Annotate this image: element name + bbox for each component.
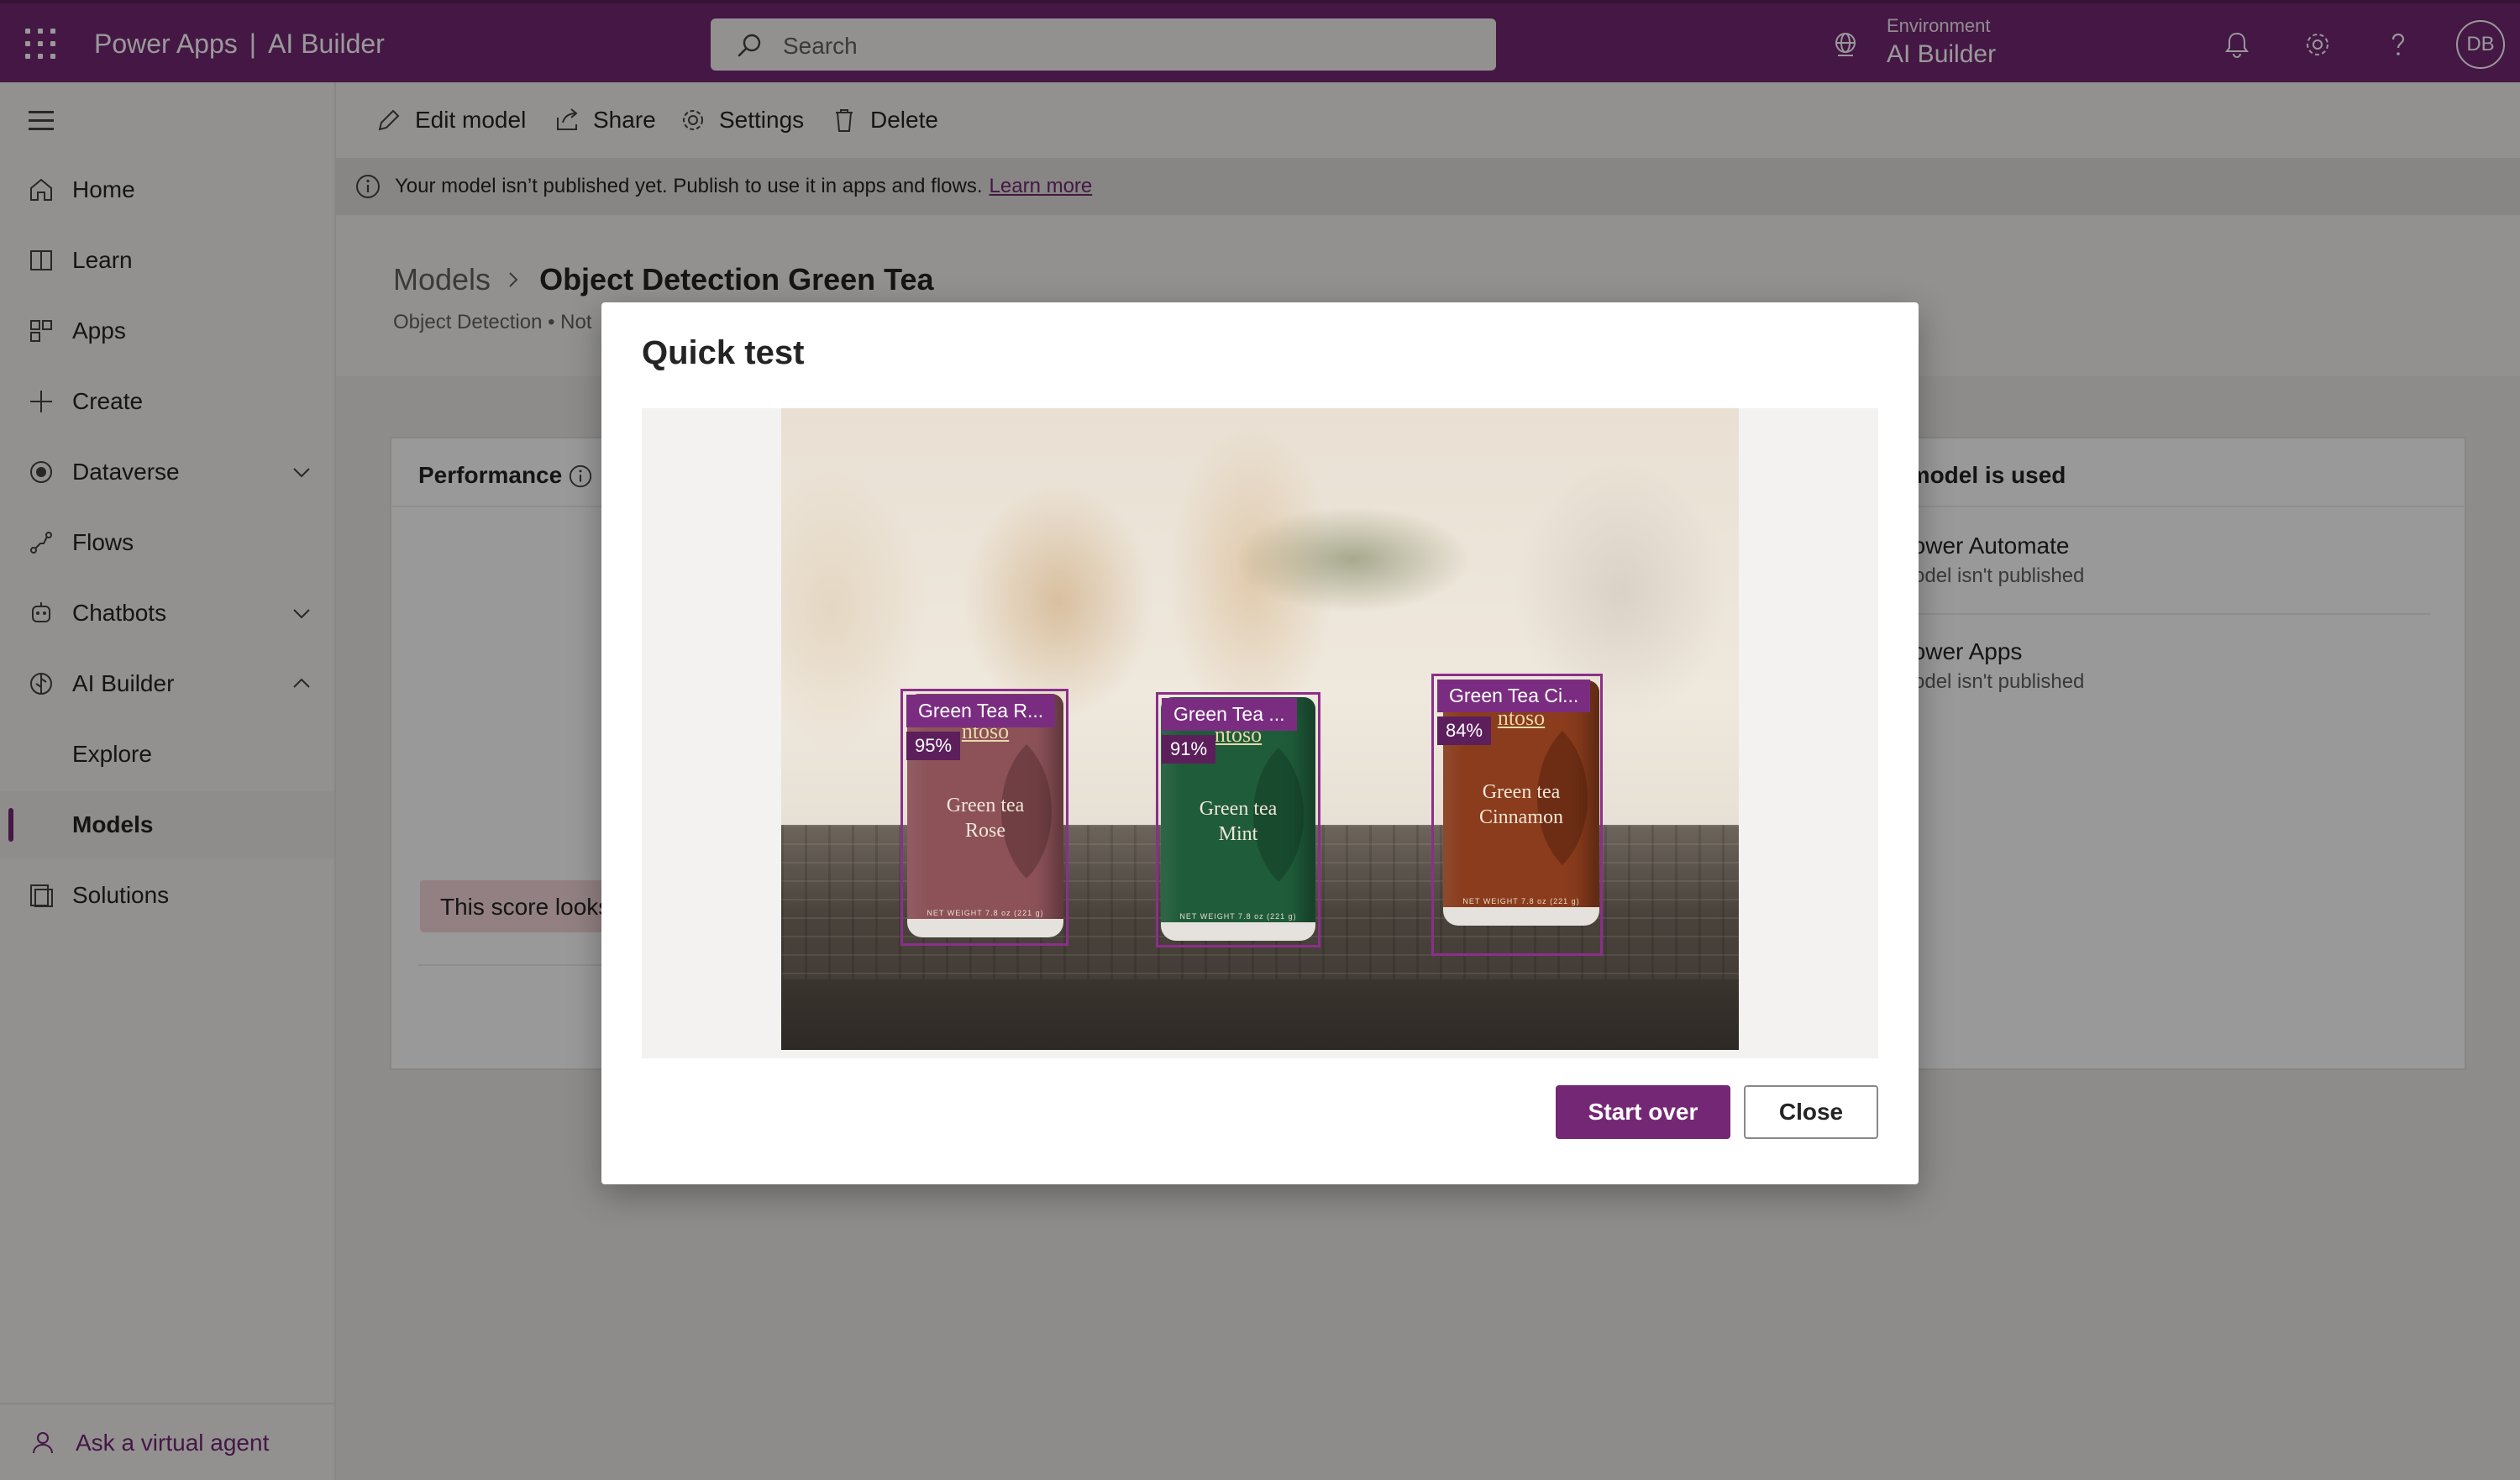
detection-label: Green Tea R...	[906, 695, 1056, 727]
start-over-button[interactable]: Start over	[1556, 1085, 1730, 1139]
quick-test-dialog: Quick test ntoso Green tea Rose NET WEIGH…	[601, 302, 1919, 1184]
detection-confidence: 91%	[1162, 735, 1216, 764]
close-button[interactable]: Close	[1744, 1085, 1878, 1139]
detection-box[interactable]: Green Tea ... 91%	[1156, 692, 1320, 947]
detection-box[interactable]: Green Tea R... 95%	[900, 689, 1068, 946]
detection-label: Green Tea ...	[1162, 698, 1297, 731]
test-photo: ntoso Green tea Rose NET WEIGHT 7.8 oz (2…	[781, 408, 1739, 1050]
detection-box[interactable]: Green Tea Ci... 84%	[1431, 674, 1603, 956]
test-image-area: ntoso Green tea Rose NET WEIGHT 7.8 oz (2…	[642, 408, 1878, 1058]
dialog-title: Quick test	[642, 334, 805, 371]
detection-label: Green Tea Ci...	[1437, 680, 1591, 712]
table-edge	[781, 979, 1739, 1050]
detection-confidence: 84%	[1437, 716, 1492, 745]
detection-confidence: 95%	[906, 732, 961, 760]
